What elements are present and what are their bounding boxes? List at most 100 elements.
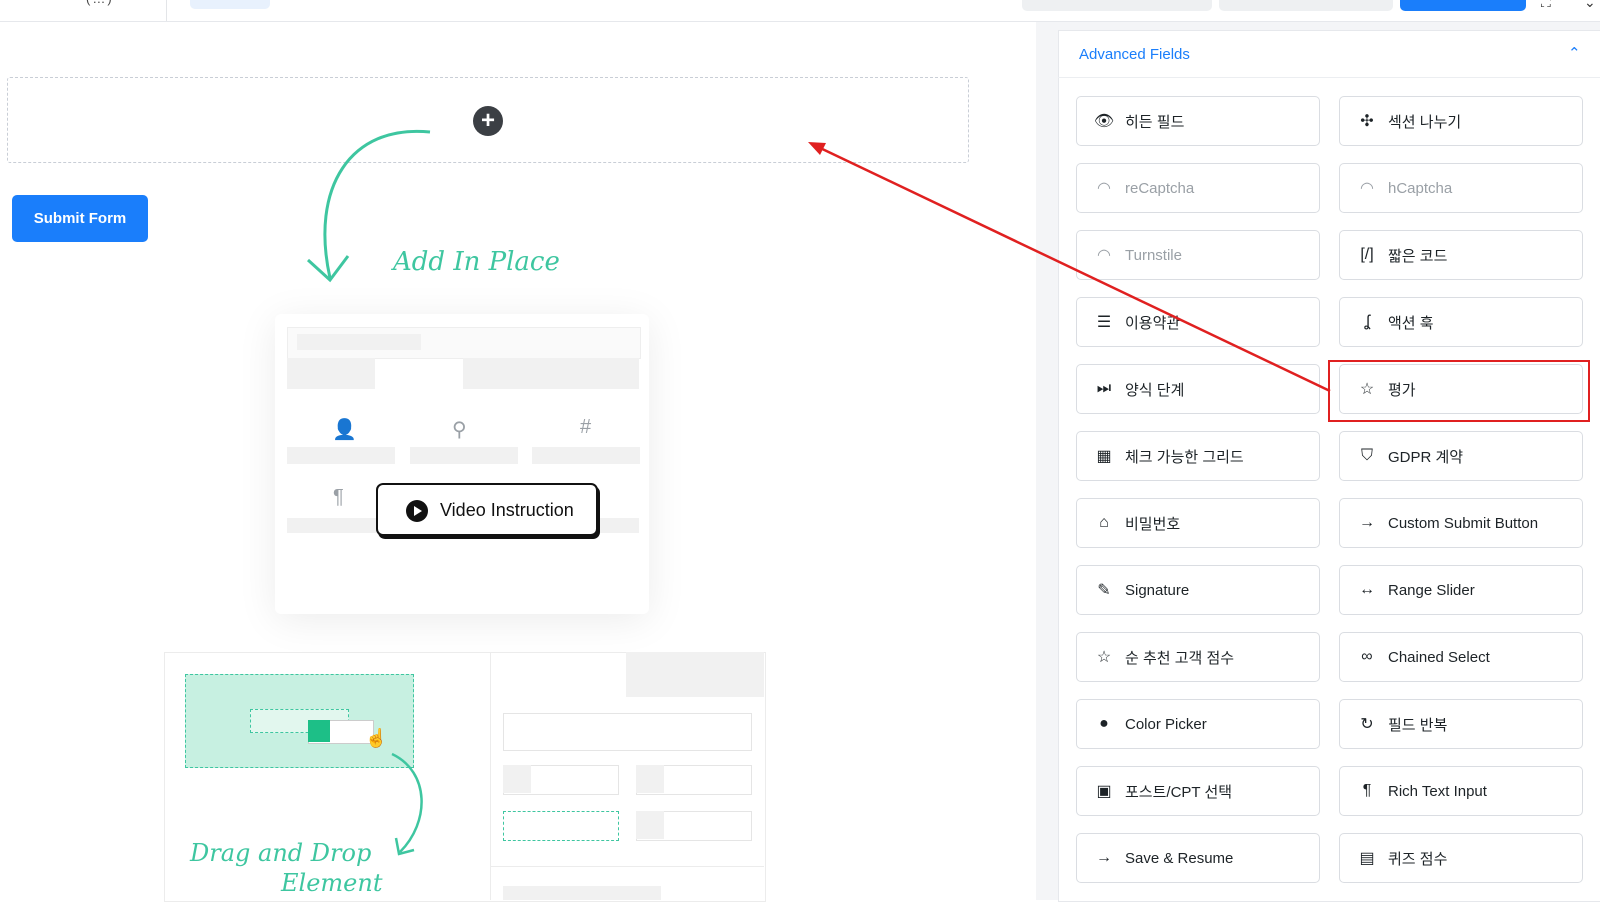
field-button-17[interactable]: ∞ Chained Select <box>1339 632 1583 682</box>
post-icon: ▣ <box>1096 783 1112 800</box>
field-button-2[interactable]: ◠ reCaptcha <box>1076 163 1320 213</box>
field-button-label: Chained Select <box>1388 648 1490 666</box>
field-button-1[interactable]: ✣ 섹션 나누기 <box>1339 96 1583 146</box>
puzzle-icon: ✣ <box>1360 113 1374 130</box>
field-button-6[interactable]: ☰ 이용약관 <box>1076 297 1320 347</box>
advanced-fields-title[interactable]: Advanced Fields <box>1079 46 1190 63</box>
grid-check-icon: ▦ <box>1096 448 1112 465</box>
captcha-icon: ◠ <box>1097 247 1111 264</box>
drag-drop-caption-line1: Drag and Drop <box>190 839 372 867</box>
field-button-16[interactable]: ☆ 순 추천 고객 점수 <box>1076 632 1320 682</box>
field-button-label: Turnstile <box>1125 246 1182 264</box>
drag-drop-arrow-icon <box>391 752 423 856</box>
illus-bar <box>297 334 421 350</box>
pen-icon: ✎ <box>1097 582 1111 599</box>
top-toolbar: (…) ⛶ ⌄ <box>0 0 1600 22</box>
field-button-label: Color Picker <box>1125 715 1207 733</box>
arrow-right-icon: → <box>1096 849 1112 866</box>
video-instruction-label: Video Instruction <box>440 500 574 520</box>
field-button-19[interactable]: ↻ 필드 반복 <box>1339 699 1583 749</box>
submit-form-button[interactable]: Submit Form <box>12 195 148 242</box>
illus-divider <box>490 866 764 867</box>
star-icon: ☆ <box>1096 649 1112 666</box>
toggle-knob <box>308 720 330 742</box>
field-button-3[interactable]: ◠ hCaptcha <box>1339 163 1583 213</box>
field-button-label: 순 추천 고객 점수 <box>1125 649 1235 667</box>
field-button-label: reCaptcha <box>1125 179 1195 197</box>
field-button-8[interactable]: ⏭ 양식 단계 <box>1076 364 1320 414</box>
paragraph-icon: ¶ <box>1362 782 1372 799</box>
video-instruction-button[interactable]: Video Instruction <box>376 483 598 536</box>
field-button-4[interactable]: ◠ Turnstile <box>1076 230 1320 280</box>
document-icon: ☰ <box>1096 314 1112 331</box>
field-button-label: 비밀번호 <box>1125 515 1181 533</box>
illus-drop-target <box>503 811 619 841</box>
toolbar-primary-button[interactable] <box>1400 0 1526 11</box>
field-button-label: 필드 반복 <box>1388 716 1448 734</box>
field-button-label: 이용약관 <box>1125 314 1181 332</box>
toolbar-button-1[interactable] <box>1022 0 1212 11</box>
paragraph-icon: ¶ <box>333 486 344 508</box>
illus-bar <box>287 447 395 464</box>
field-button-20[interactable]: ▣ 포스트/CPT 선택 <box>1076 766 1320 816</box>
field-button-7[interactable]: ʆ 액션 훅 <box>1339 297 1583 347</box>
field-button-label: Save & Resume <box>1125 849 1234 867</box>
illus-bar <box>287 358 375 389</box>
user-icon: 👤 <box>332 419 357 441</box>
illus-bar <box>503 765 531 793</box>
field-button-13[interactable]: → Custom Submit Button <box>1339 498 1583 548</box>
illus-input <box>503 713 752 751</box>
drop-icon: ● <box>1099 715 1109 732</box>
hook-icon: ʆ <box>1364 313 1370 330</box>
field-button-label: Signature <box>1125 581 1190 599</box>
lock-icon: ⌂ <box>1099 514 1109 531</box>
toolbar-fragment-text: (…) <box>86 0 114 6</box>
range-icon: ↔ <box>1359 581 1375 598</box>
annotation-highlight-box <box>1328 360 1590 422</box>
field-button-label: Custom Submit Button <box>1388 514 1539 532</box>
add-field-icon[interactable]: + <box>473 106 503 136</box>
illus-bar <box>626 652 764 697</box>
field-button-14[interactable]: ✎ Signature <box>1076 565 1320 615</box>
chevron-down-icon[interactable]: ⌄ <box>1584 0 1596 11</box>
drag-drop-caption-line2: Element <box>281 869 383 897</box>
field-button-label: 짧은 코드 <box>1388 247 1448 265</box>
field-button-label: 섹션 나누기 <box>1388 113 1462 131</box>
field-button-label: Rich Text Input <box>1388 782 1487 800</box>
field-button-23[interactable]: ▤ 퀴즈 점수 <box>1339 833 1583 883</box>
field-button-0[interactable]: 👁 히든 필드 <box>1076 96 1320 146</box>
captcha-icon: ◠ <box>1360 180 1374 197</box>
arrow-right-icon: → <box>1359 514 1375 531</box>
illus-bar <box>410 447 518 464</box>
field-button-label: 퀴즈 점수 <box>1388 850 1448 868</box>
fullscreen-icon[interactable]: ⛶ <box>1541 0 1551 11</box>
illus-bar <box>503 886 661 900</box>
field-button-18[interactable]: ● Color Picker <box>1076 699 1320 749</box>
field-button-label: 액션 훅 <box>1388 314 1434 332</box>
field-button-11[interactable]: ⛉ GDPR 계약 <box>1339 431 1583 481</box>
toolbar-active-tab[interactable] <box>190 0 270 9</box>
shield-icon: ⛉ <box>1360 447 1373 464</box>
field-button-15[interactable]: ↔ Range Slider <box>1339 565 1583 615</box>
link-icon: ∞ <box>1361 648 1373 665</box>
illus-bar <box>636 811 664 839</box>
toolbar-button-2[interactable] <box>1219 0 1393 11</box>
field-button-label: hCaptcha <box>1388 179 1453 197</box>
field-button-label: GDPR 계약 <box>1388 448 1464 466</box>
quiz-icon: ▤ <box>1359 850 1375 867</box>
field-button-21[interactable]: ¶ Rich Text Input <box>1339 766 1583 816</box>
field-button-5[interactable]: [/] 짧은 코드 <box>1339 230 1583 280</box>
chevron-up-icon[interactable]: ⌃ <box>1568 44 1581 62</box>
field-button-label: Range Slider <box>1388 581 1475 599</box>
shortcode-icon: [/] <box>1360 246 1374 263</box>
field-button-10[interactable]: ▦ 체크 가능한 그리드 <box>1076 431 1320 481</box>
hash-icon: # <box>580 416 592 438</box>
field-button-22[interactable]: → Save & Resume <box>1076 833 1320 883</box>
repeat-icon: ↻ <box>1360 716 1374 733</box>
field-button-12[interactable]: ⌂ 비밀번호 <box>1076 498 1320 548</box>
field-button-label: 체크 가능한 그리드 <box>1125 448 1244 466</box>
illus-bar <box>532 447 640 464</box>
steps-icon: ⏭ <box>1096 380 1112 397</box>
section-divider <box>1058 77 1600 78</box>
toolbar-divider <box>166 0 167 21</box>
